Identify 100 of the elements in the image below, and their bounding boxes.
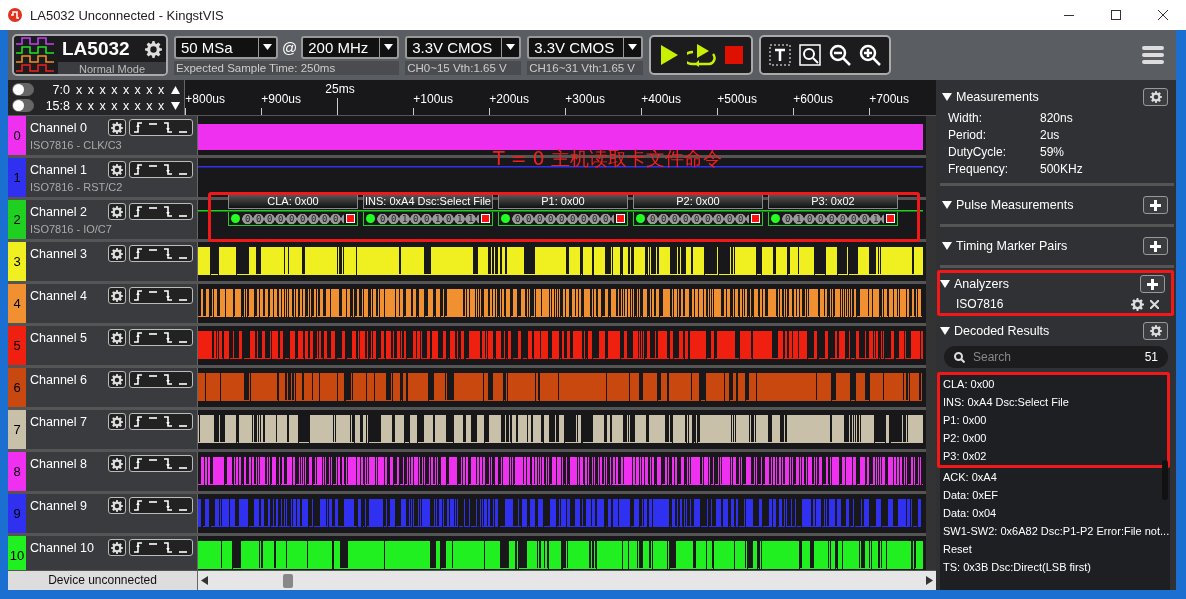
trigger-edge-icons [132,164,190,175]
zoom-fit-button[interactable] [799,44,822,66]
bit-values: x x x x x x x x [76,98,166,113]
zoom-in-button[interactable] [859,44,882,66]
channel-number: 5 [8,326,26,365]
decoded-bits: 001001011 [363,212,493,226]
decoded-result-item[interactable]: CLA: 0x00 [940,375,1167,393]
caret-icon [506,44,516,50]
trigger-buttons[interactable] [129,497,193,514]
text-tool-button[interactable] [769,44,792,66]
bit-group-toggle[interactable] [12,99,34,112]
menu-button[interactable] [1142,45,1164,65]
trigger-edge-icons [132,542,190,553]
time-tick-label: +500us [717,92,758,106]
bit-values: x x x x x x x x [76,82,166,97]
time-tick-label: +800us [185,92,226,106]
caret-icon [263,44,272,50]
time-tick-label: +200us [489,92,530,106]
channel-settings-button[interactable] [108,119,126,136]
decoded-result-item[interactable]: ACK: 0xA4 [940,468,1170,486]
trigger-buttons[interactable] [129,245,193,262]
channel-number: 2 [8,200,26,239]
channel-settings-button[interactable] [108,245,126,262]
trigger-buttons[interactable] [129,161,193,178]
zoom-in-icon [859,44,882,66]
trigger-buttons[interactable] [129,371,193,388]
scrollbar-thumb[interactable] [1162,460,1168,500]
channel-settings-button[interactable] [108,497,126,514]
expand-triangle-icon[interactable] [942,93,952,101]
channel-settings-button[interactable] [108,539,126,556]
channel-settings-button[interactable] [108,329,126,346]
channel-settings-button[interactable] [108,287,126,304]
channel-name: Channel 9 [30,498,88,513]
trigger-buttons[interactable] [129,329,193,346]
expand-triangle-icon[interactable] [942,242,952,250]
trigger-buttons[interactable] [129,119,193,136]
search-box[interactable]: Search 51 [944,346,1168,368]
channel-settings-button[interactable] [108,371,126,388]
trigger-buttons[interactable] [129,287,193,304]
expand-triangle-icon[interactable] [940,327,950,335]
time-tick-label: +100us [413,92,454,106]
device-name: LA5032 [61,37,131,61]
trigger-buttons[interactable] [129,539,193,556]
decoded-result-item[interactable]: SW1-SW2: 0x6A82 Dsc:P1-P2 Error:File not... [940,522,1170,540]
channel-number: 8 [8,452,26,491]
channel-settings-button[interactable] [108,455,126,472]
scroll-left-icon[interactable] [201,576,208,585]
down-arrow-icon[interactable] [171,101,181,110]
channel-number: 10 [8,536,26,570]
decoded-result-item[interactable]: P3: 0x02 [940,447,1167,465]
zoom-out-button[interactable] [829,44,852,66]
decoded-result-item[interactable]: Reset [940,540,1170,558]
run-button[interactable] [659,44,680,66]
decoded-result-item[interactable]: INS: 0xA4 Dsc:Select File [940,393,1167,411]
expected-sample-time: Expected Sample Time: 250ms [174,60,400,75]
trigger-edge-icons [132,458,190,469]
channel-number: 6 [8,368,26,407]
gear-icon [145,40,162,58]
section-title: Measurements [956,90,1040,104]
sample-depth-select[interactable]: 50 MSa [174,35,278,59]
trigger-edge-icons [132,500,190,511]
vertical-scrollbar[interactable] [926,116,936,570]
channel-number: 9 [8,494,26,533]
loop-run-button[interactable] [687,43,718,67]
analyzer-name[interactable]: ISO7816 [956,297,1125,311]
window-title: LA5032 Unconnected - KingstVIS [30,7,225,23]
decoded-result-item[interactable]: P2: 0x00 [940,429,1167,447]
scrollbar-thumb[interactable] [283,573,293,588]
expand-triangle-icon[interactable] [940,280,950,288]
gear-icon [111,373,123,386]
add-button[interactable] [1143,237,1168,255]
close-icon[interactable] [1150,299,1159,309]
search-field[interactable]: Search [971,349,1139,365]
decoded-result-item[interactable]: Data: 0xEF [940,486,1170,504]
channel-settings-button[interactable] [108,161,126,178]
settings-button[interactable] [1143,88,1168,106]
expand-triangle-icon[interactable] [942,201,952,209]
add-button[interactable] [1140,275,1165,293]
settings-button[interactable] [1143,322,1168,340]
threshold-select[interactable]: 3.3V CMOS [405,35,522,59]
channel-settings-button[interactable] [108,203,126,220]
text-box-icon [769,44,792,66]
threshold-select[interactable]: 3.3V CMOS [527,35,644,59]
trigger-buttons[interactable] [129,203,193,220]
decoded-result-item[interactable]: Data: 0x04 [940,504,1170,522]
decoded-result-item[interactable]: P1: 0x00 [940,411,1167,429]
trigger-buttons[interactable] [129,455,193,472]
horizontal-scrollbar[interactable] [198,571,936,590]
trigger-buttons[interactable] [129,413,193,430]
scroll-right-icon[interactable] [926,576,933,585]
decoded-result-item[interactable]: TS: 0x3B Dsc:Direct(LSB first) [940,558,1170,576]
add-button[interactable] [1143,196,1168,214]
gear-icon [111,205,123,218]
up-arrow-icon[interactable] [171,85,181,94]
trigger-edge-icons [132,122,190,133]
sample-rate-select[interactable]: 200 MHz [301,35,400,59]
bit-group-toggle[interactable] [12,83,34,96]
device-settings-button[interactable] [145,40,162,58]
stop-button[interactable] [725,46,744,64]
gear-icon [111,499,123,512]
